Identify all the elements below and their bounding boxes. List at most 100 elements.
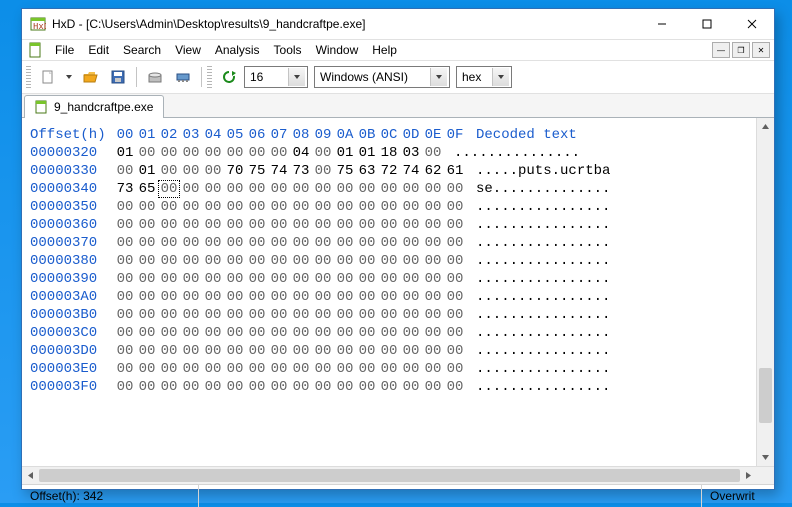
scroll-thumb[interactable] (759, 368, 772, 423)
horizontal-scrollbar[interactable] (22, 466, 774, 484)
hex-byte[interactable]: 00 (444, 288, 466, 306)
hex-byte[interactable]: 00 (378, 252, 400, 270)
hex-byte[interactable]: 00 (180, 234, 202, 252)
hex-byte[interactable]: 00 (268, 306, 290, 324)
hex-byte[interactable]: 00 (246, 306, 268, 324)
hex-byte[interactable]: 00 (180, 252, 202, 270)
hex-byte[interactable]: 00 (136, 342, 158, 360)
hex-byte[interactable]: 00 (136, 144, 158, 162)
hex-byte[interactable]: 00 (158, 306, 180, 324)
hex-byte[interactable]: 00 (334, 252, 356, 270)
menu-search[interactable]: Search (116, 41, 168, 59)
hex-byte[interactable]: 00 (422, 144, 444, 162)
hex-byte[interactable]: 00 (246, 198, 268, 216)
hex-byte[interactable]: 00 (356, 378, 378, 396)
hex-byte[interactable]: 00 (246, 378, 268, 396)
mdi-restore-button[interactable]: ❐ (732, 42, 750, 58)
hex-byte[interactable]: 00 (312, 234, 334, 252)
hex-byte[interactable]: 00 (246, 144, 268, 162)
hex-byte[interactable]: 00 (334, 270, 356, 288)
hex-byte[interactable]: 00 (378, 360, 400, 378)
bytes-per-row-combo[interactable]: 16 (244, 66, 308, 88)
hex-byte[interactable]: 00 (224, 306, 246, 324)
hex-byte[interactable]: 00 (422, 234, 444, 252)
hex-byte[interactable]: 00 (202, 306, 224, 324)
hex-byte[interactable]: 00 (158, 162, 180, 180)
hex-byte[interactable]: 00 (312, 216, 334, 234)
hex-byte[interactable]: 00 (224, 252, 246, 270)
scroll-right-button[interactable] (740, 471, 757, 480)
hex-byte[interactable]: 00 (422, 342, 444, 360)
hex-byte[interactable]: 00 (136, 270, 158, 288)
hex-byte[interactable]: 00 (334, 288, 356, 306)
hex-byte[interactable]: 00 (268, 288, 290, 306)
hex-byte[interactable]: 00 (180, 378, 202, 396)
hex-byte[interactable]: 00 (444, 378, 466, 396)
hex-byte[interactable]: 00 (268, 234, 290, 252)
hex-byte[interactable]: 00 (356, 252, 378, 270)
toolbar-grip-2[interactable] (207, 66, 212, 88)
hex-byte[interactable]: 00 (290, 270, 312, 288)
hex-byte[interactable]: 00 (136, 306, 158, 324)
hex-byte[interactable]: 00 (290, 360, 312, 378)
hex-byte[interactable]: 00 (334, 360, 356, 378)
hex-byte[interactable]: 00 (400, 252, 422, 270)
base-combo[interactable]: hex (456, 66, 512, 88)
hex-byte[interactable]: 00 (224, 216, 246, 234)
hex-byte[interactable]: 73 (114, 180, 136, 198)
hex-byte[interactable]: 00 (444, 360, 466, 378)
hex-byte[interactable]: 00 (268, 144, 290, 162)
hex-byte[interactable]: 00 (290, 288, 312, 306)
hex-byte[interactable]: 00 (378, 342, 400, 360)
hex-byte[interactable]: 00 (312, 270, 334, 288)
hex-byte[interactable]: 00 (444, 180, 466, 198)
hex-byte[interactable]: 00 (136, 378, 158, 396)
hex-byte[interactable]: 00 (158, 234, 180, 252)
hex-byte[interactable]: 00 (268, 270, 290, 288)
hex-byte[interactable]: 00 (312, 198, 334, 216)
hex-byte[interactable]: 00 (158, 288, 180, 306)
hex-byte[interactable]: 00 (400, 198, 422, 216)
hex-byte[interactable]: 61 (444, 162, 466, 180)
hex-byte[interactable]: 00 (224, 234, 246, 252)
hex-byte[interactable]: 00 (158, 252, 180, 270)
hex-byte[interactable]: 00 (378, 324, 400, 342)
hex-byte[interactable]: 00 (180, 162, 202, 180)
menu-view[interactable]: View (168, 41, 208, 59)
hex-byte[interactable]: 00 (334, 216, 356, 234)
hex-byte[interactable]: 00 (158, 342, 180, 360)
hex-byte[interactable]: 00 (400, 342, 422, 360)
hex-byte[interactable]: 00 (268, 216, 290, 234)
hex-byte[interactable]: 00 (224, 342, 246, 360)
mdi-minimize-button[interactable]: — (712, 42, 730, 58)
hex-byte[interactable]: 00 (224, 198, 246, 216)
hex-byte[interactable]: 00 (356, 342, 378, 360)
hex-byte[interactable]: 00 (422, 270, 444, 288)
hex-byte[interactable]: 00 (400, 378, 422, 396)
hex-byte[interactable]: 00 (114, 378, 136, 396)
hex-byte[interactable]: 01 (136, 162, 158, 180)
hex-byte[interactable]: 00 (334, 234, 356, 252)
hex-byte[interactable]: 00 (246, 342, 268, 360)
hex-byte[interactable]: 00 (114, 216, 136, 234)
hscroll-thumb[interactable] (39, 469, 740, 482)
hex-byte[interactable]: 00 (290, 306, 312, 324)
hex-byte[interactable]: 00 (246, 180, 268, 198)
hex-byte[interactable]: 00 (334, 180, 356, 198)
hex-byte[interactable]: 00 (290, 342, 312, 360)
hex-byte[interactable]: 00 (356, 306, 378, 324)
hex-byte[interactable]: 00 (356, 288, 378, 306)
hex-byte[interactable]: 00 (268, 378, 290, 396)
scroll-up-button[interactable] (757, 118, 774, 135)
hex-byte[interactable]: 00 (422, 198, 444, 216)
hex-byte[interactable]: 00 (312, 288, 334, 306)
hex-byte[interactable]: 00 (224, 144, 246, 162)
hex-byte[interactable]: 00 (136, 216, 158, 234)
hex-byte[interactable]: 00 (444, 198, 466, 216)
menu-file[interactable]: File (48, 41, 81, 59)
hex-byte[interactable]: 00 (312, 144, 334, 162)
hex-byte[interactable]: 00 (202, 180, 224, 198)
hex-byte[interactable]: 00 (290, 252, 312, 270)
hex-viewer[interactable]: Offset(h)000102030405060708090A0B0C0D0E0… (22, 118, 774, 466)
hex-byte[interactable]: 00 (444, 270, 466, 288)
